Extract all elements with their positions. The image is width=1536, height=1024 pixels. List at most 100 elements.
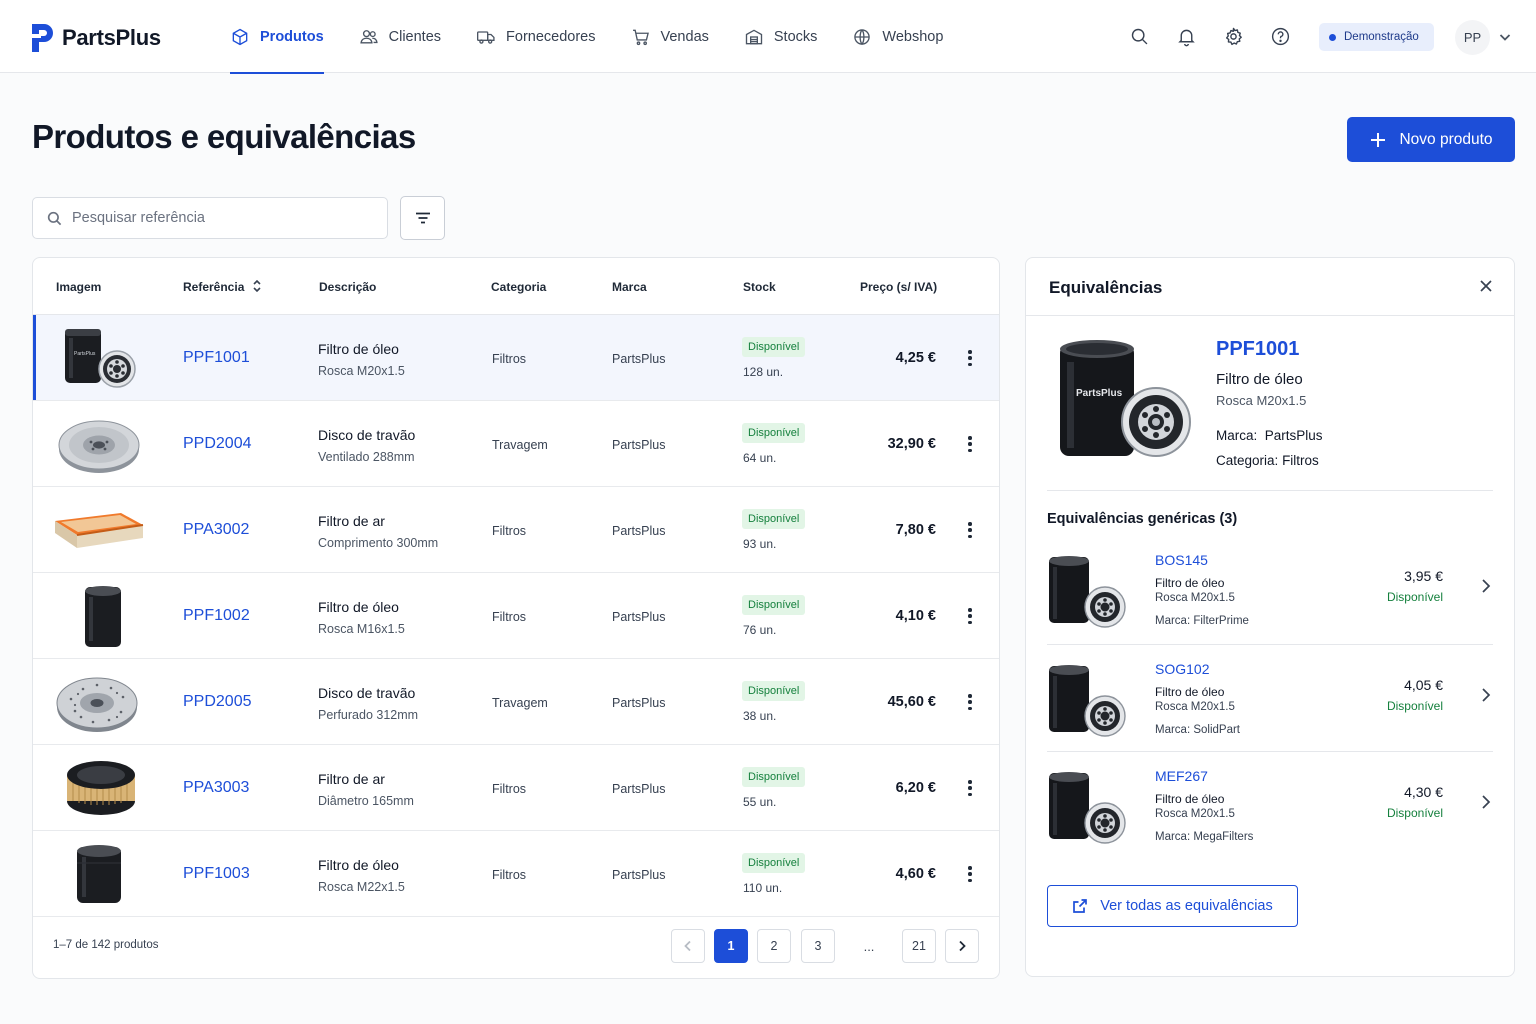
product-price: 45,60 € bbox=[887, 694, 936, 710]
filter-button[interactable] bbox=[400, 196, 445, 240]
app-logo[interactable]: PartsPlus bbox=[30, 22, 161, 54]
product-reference-link[interactable]: PPD2004 bbox=[183, 435, 252, 453]
nav-item-fornecedores[interactable]: Fornecedores bbox=[476, 0, 596, 73]
users-icon bbox=[359, 29, 378, 43]
product-reference-link[interactable]: PPF1002 bbox=[183, 607, 250, 625]
more-dot bbox=[968, 528, 972, 532]
equivalence-item[interactable]: BOS145 Filtro de óleo Rosca M20x1.5 Marc… bbox=[1047, 543, 1493, 649]
row-actions-button[interactable] bbox=[964, 348, 976, 368]
environment-badge[interactable]: Demonstração bbox=[1319, 23, 1434, 51]
search-icon-button[interactable] bbox=[1129, 26, 1150, 47]
svg-text:PartsPlus: PartsPlus bbox=[74, 351, 96, 357]
more-dot bbox=[968, 608, 972, 612]
help-button[interactable] bbox=[1270, 26, 1291, 47]
product-category: Travagem bbox=[492, 696, 548, 710]
view-all-equivalences-button[interactable]: Ver todas as equivalências bbox=[1047, 885, 1298, 927]
nav-item-clientes[interactable]: Clientes bbox=[359, 0, 441, 73]
row-actions-button[interactable] bbox=[964, 520, 976, 540]
open-equivalence-button[interactable] bbox=[1480, 687, 1492, 703]
close-panel-button[interactable] bbox=[1478, 278, 1494, 294]
notifications-button[interactable] bbox=[1176, 26, 1197, 47]
close-icon bbox=[1480, 280, 1492, 292]
help-icon bbox=[1271, 27, 1290, 46]
equivalence-reference-link[interactable]: BOS145 bbox=[1155, 552, 1208, 568]
column-header-category: Categoria bbox=[491, 280, 547, 294]
equivalence-spec: Rosca M20x1.5 bbox=[1155, 701, 1235, 713]
equivalence-reference-link[interactable]: SOG102 bbox=[1155, 661, 1209, 677]
row-actions-button[interactable] bbox=[964, 778, 976, 798]
product-brand: PartsPlus bbox=[612, 782, 666, 796]
table-row[interactable]: PPF1002 Filtro de óleo Rosca M16x1.5 Fil… bbox=[33, 573, 999, 659]
product-spec: Rosca M20x1.5 bbox=[318, 364, 405, 378]
equivalence-item[interactable]: MEF267 Filtro de óleo Rosca M20x1.5 Marc… bbox=[1047, 759, 1493, 865]
stock-quantity: 128 un. bbox=[743, 365, 784, 379]
stock-quantity: 110 un. bbox=[743, 881, 783, 895]
row-actions-button[interactable] bbox=[964, 864, 976, 884]
more-dot bbox=[968, 866, 972, 870]
page-button-3[interactable]: 3 bbox=[801, 929, 835, 963]
more-dot bbox=[968, 522, 972, 526]
product-reference-link[interactable]: PPF1003 bbox=[183, 865, 250, 883]
nav-label: Webshop bbox=[882, 28, 944, 45]
table-row[interactable]: PPF1003 Filtro de óleo Rosca M22x1.5 Fil… bbox=[33, 831, 999, 917]
table-row[interactable]: PPD2005 Disco de travão Perfurado 312mm … bbox=[33, 659, 999, 745]
table-row[interactable]: PPD2004 Disco de travão Ventilado 288mm … bbox=[33, 401, 999, 487]
page-button-1[interactable]: 1 bbox=[714, 929, 748, 963]
next-page-button[interactable] bbox=[945, 929, 979, 963]
nav-item-stocks[interactable]: Stocks bbox=[744, 0, 818, 73]
product-reference-link[interactable]: PPF1001 bbox=[183, 349, 250, 367]
sort-icon[interactable] bbox=[252, 279, 262, 293]
product-price: 32,90 € bbox=[887, 436, 936, 452]
product-spec: Rosca M22x1.5 bbox=[318, 880, 405, 894]
nav-label: Stocks bbox=[773, 28, 818, 45]
open-equivalence-button[interactable] bbox=[1480, 578, 1492, 594]
equivalence-reference-link[interactable]: MEF267 bbox=[1155, 768, 1208, 784]
nav-item-vendas[interactable]: Vendas bbox=[631, 0, 709, 73]
nav-item-webshop[interactable]: Webshop bbox=[852, 0, 943, 73]
product-price: 4,10 € bbox=[895, 608, 936, 624]
app-name: PartsPlus bbox=[62, 25, 161, 50]
equivalences-panel: Equivalências PartsPlus PPF1001 Filtro d… bbox=[1025, 257, 1515, 977]
chevron-right-icon bbox=[1482, 579, 1491, 593]
product-reference-link[interactable]: PPA3003 bbox=[183, 779, 249, 797]
product-reference-link[interactable]: PPA3002 bbox=[183, 521, 249, 539]
bell-icon bbox=[1178, 29, 1195, 47]
equivalence-spec: Rosca M20x1.5 bbox=[1155, 808, 1235, 820]
brand-label: Marca: bbox=[1216, 428, 1258, 443]
settings-button[interactable] bbox=[1223, 26, 1244, 47]
table-row[interactable]: PPA3003 Filtro de ar Diâmetro 165mm Filt… bbox=[33, 745, 999, 831]
page-title: Produtos e equivalências bbox=[32, 118, 416, 155]
page-button-2[interactable]: 2 bbox=[757, 929, 791, 963]
row-actions-button[interactable] bbox=[964, 434, 976, 454]
table-row[interactable]: PartsPlus PPF1001 Filtro de óleo Rosca M… bbox=[33, 315, 999, 401]
nav-item-produtos[interactable]: Produtos bbox=[230, 0, 324, 74]
search-icon bbox=[1131, 28, 1148, 45]
product-image-oil-filter bbox=[51, 581, 145, 651]
open-equivalence-button[interactable] bbox=[1480, 794, 1492, 810]
more-dot bbox=[968, 878, 972, 882]
more-dot bbox=[968, 362, 972, 366]
user-avatar[interactable]: PP bbox=[1455, 20, 1490, 55]
product-reference-link[interactable]: PPD2005 bbox=[183, 693, 252, 711]
table-row[interactable]: PPA3002 Filtro de ar Comprimento 300mm F… bbox=[33, 487, 999, 573]
search-input[interactable] bbox=[72, 210, 372, 226]
more-dot bbox=[968, 780, 972, 784]
user-menu-toggle[interactable] bbox=[1498, 30, 1512, 44]
column-header-reference[interactable]: Referência bbox=[183, 279, 262, 294]
search-icon bbox=[47, 211, 62, 226]
chevron-left-icon bbox=[684, 940, 691, 952]
new-product-label: Novo produto bbox=[1399, 130, 1493, 148]
new-product-button[interactable]: Novo produto bbox=[1347, 117, 1515, 162]
previous-page-button[interactable] bbox=[671, 929, 705, 963]
more-dot bbox=[968, 614, 972, 618]
status-badge: Disponível bbox=[742, 681, 806, 701]
page-button-21[interactable]: 21 bbox=[902, 929, 936, 963]
category-value: Filtros bbox=[1282, 453, 1319, 468]
selected-product-image: PartsPlus bbox=[1052, 334, 1192, 464]
equivalence-status: Disponível bbox=[1386, 699, 1443, 713]
row-actions-button[interactable] bbox=[964, 606, 976, 626]
product-brand: PartsPlus bbox=[612, 868, 666, 882]
row-actions-button[interactable] bbox=[964, 692, 976, 712]
chevron-right-icon bbox=[959, 940, 966, 952]
equivalence-item[interactable]: SOG102 Filtro de óleo Rosca M20x1.5 Marc… bbox=[1047, 652, 1493, 758]
